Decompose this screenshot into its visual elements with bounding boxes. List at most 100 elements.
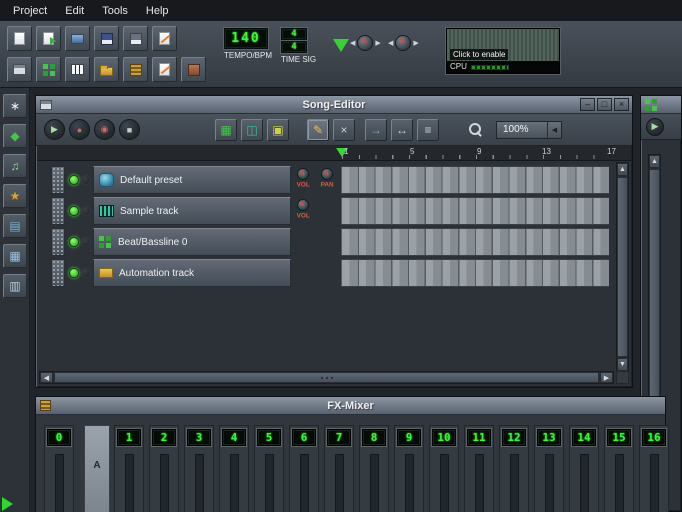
track-grip[interactable] [51,166,65,194]
fader-trough[interactable] [335,454,344,512]
toggle-fx-mixer-button[interactable] [123,57,148,82]
fx-channel[interactable]: 6 [289,425,319,512]
track-mute-led[interactable] [69,175,79,185]
fx-channel[interactable]: 14 [569,425,599,512]
fader-trough[interactable] [265,454,274,512]
master-volume-knob[interactable] [357,35,373,51]
hscroll-thumb[interactable] [54,372,599,383]
timeline[interactable]: 1 5 9 13 17 [37,146,631,161]
zoom-levels-button[interactable]: ≡ [417,119,439,141]
master-volume-indicator[interactable] [333,39,349,52]
fx-channel[interactable]: 8 [359,425,389,512]
fx-channel[interactable]: 4 [219,425,249,512]
record-while-playing-button[interactable]: ◉ [94,119,115,140]
fx-channel[interactable]: 1 [114,425,144,512]
menu-project[interactable]: Project [4,2,56,20]
toggle-piano-roll-button[interactable] [65,57,90,82]
sidebar-favorites-button[interactable]: ★ [3,184,27,208]
track-grip[interactable] [51,197,65,225]
song-grid-row[interactable] [341,228,609,256]
scroll-down-button[interactable]: ▼ [617,358,628,371]
fader-trough[interactable] [580,454,589,512]
open-project-button[interactable] [36,26,61,51]
song-grid-row[interactable] [341,197,609,225]
song-editor-titlebar[interactable]: Song-Editor – □ × [36,96,632,114]
tempo-display[interactable]: 140 [224,28,268,49]
track-solo-led[interactable] [81,268,91,278]
volume-increase-icon[interactable]: ▶ [375,40,380,47]
background-window-titlebar[interactable] [641,96,681,114]
play-button[interactable]: ▶ [44,119,65,140]
fx-master-fader[interactable]: A [84,425,110,512]
fader-trough[interactable] [370,454,379,512]
fader-trough[interactable] [510,454,519,512]
track-volume-knob[interactable]: VOL [292,199,314,220]
volume-decrease-icon[interactable]: ◀ [350,40,355,47]
fader-trough[interactable] [650,454,659,512]
fx-channel[interactable]: 10 [429,425,459,512]
fx-channel[interactable]: 11 [464,425,494,512]
fx-channel-master[interactable]: 0 [44,425,74,512]
background-play-button[interactable]: ▶ [646,118,664,136]
track-mute-led[interactable] [69,206,79,216]
scroll-up-button[interactable]: ▲ [649,155,660,168]
fader-trough[interactable] [440,454,449,512]
track-solo-led[interactable] [81,175,91,185]
scroll-right-button[interactable]: ▶ [600,372,613,383]
pitch-decrease-icon[interactable]: ◀ [388,40,393,47]
pitch-increase-icon[interactable]: ▶ [413,40,418,47]
track-grip[interactable] [51,259,65,287]
track-solo-led[interactable] [81,206,91,216]
add-sample-track-button[interactable]: ◫ [241,119,263,141]
sidebar-root-button[interactable]: ▥ [3,274,27,298]
scroll-up-button[interactable]: ▲ [617,163,628,176]
draw-mode-button[interactable]: ✎ [307,119,329,141]
sidebar-presets-button[interactable]: ♫ [3,154,27,178]
timesig-denominator-display[interactable]: 4 [281,41,307,53]
export-project-button[interactable] [123,26,148,51]
fx-mixer-titlebar[interactable]: FX-Mixer [36,397,665,415]
sidebar-samples-button[interactable]: ◆ [3,124,27,148]
controller-rack-button[interactable] [181,57,206,82]
add-bb-track-button[interactable]: ▦ [215,119,237,141]
save-project-button[interactable] [94,26,119,51]
sidebar-computer-button[interactable]: ▦ [3,244,27,268]
timesig-numerator-display[interactable]: 4 [281,28,307,40]
fader-trough[interactable] [160,454,169,512]
track-solo-led[interactable] [81,237,91,247]
track-volume-knob[interactable]: VOL [292,168,314,189]
fader-trough[interactable] [300,454,309,512]
fader-trough[interactable] [125,454,134,512]
sidebar-home-button[interactable]: ▤ [3,214,27,238]
zoom-combobox[interactable]: 100% ◀ [496,121,562,139]
track-mute-led[interactable] [69,268,79,278]
project-properties-button[interactable] [152,26,177,51]
track-name-button[interactable]: Beat/Bassline 0 [93,228,291,256]
menu-edit[interactable]: Edit [56,2,93,20]
fader-trough[interactable] [230,454,239,512]
fx-channel[interactable]: 7 [324,425,354,512]
menu-help[interactable]: Help [137,2,178,20]
minimize-button[interactable]: – [580,98,595,111]
master-pitch-knob[interactable] [395,35,411,51]
fx-channel[interactable]: 3 [184,425,214,512]
track-grip[interactable] [51,228,65,256]
edit-mode-button[interactable]: × [333,119,355,141]
stop-button[interactable]: ■ [119,119,140,140]
fx-channel[interactable]: 15 [604,425,634,512]
behaviour-button[interactable]: → [365,119,387,141]
fader-trough[interactable] [545,454,554,512]
fx-channel[interactable]: 2 [149,425,179,512]
add-automation-track-button[interactable]: ▣ [267,119,289,141]
fader-trough[interactable] [615,454,624,512]
fader-trough[interactable] [405,454,414,512]
track-name-button[interactable]: Automation track [93,259,291,287]
song-grid-row[interactable] [341,259,609,287]
track-name-button[interactable]: Sample track [93,197,291,225]
vscroll-thumb[interactable] [617,177,628,357]
fx-channel[interactable]: 12 [499,425,529,512]
fx-channel[interactable]: 5 [254,425,284,512]
loop-points-button[interactable]: ↔ [391,119,413,141]
menu-tools[interactable]: Tools [93,2,137,20]
fader-trough[interactable] [475,454,484,512]
